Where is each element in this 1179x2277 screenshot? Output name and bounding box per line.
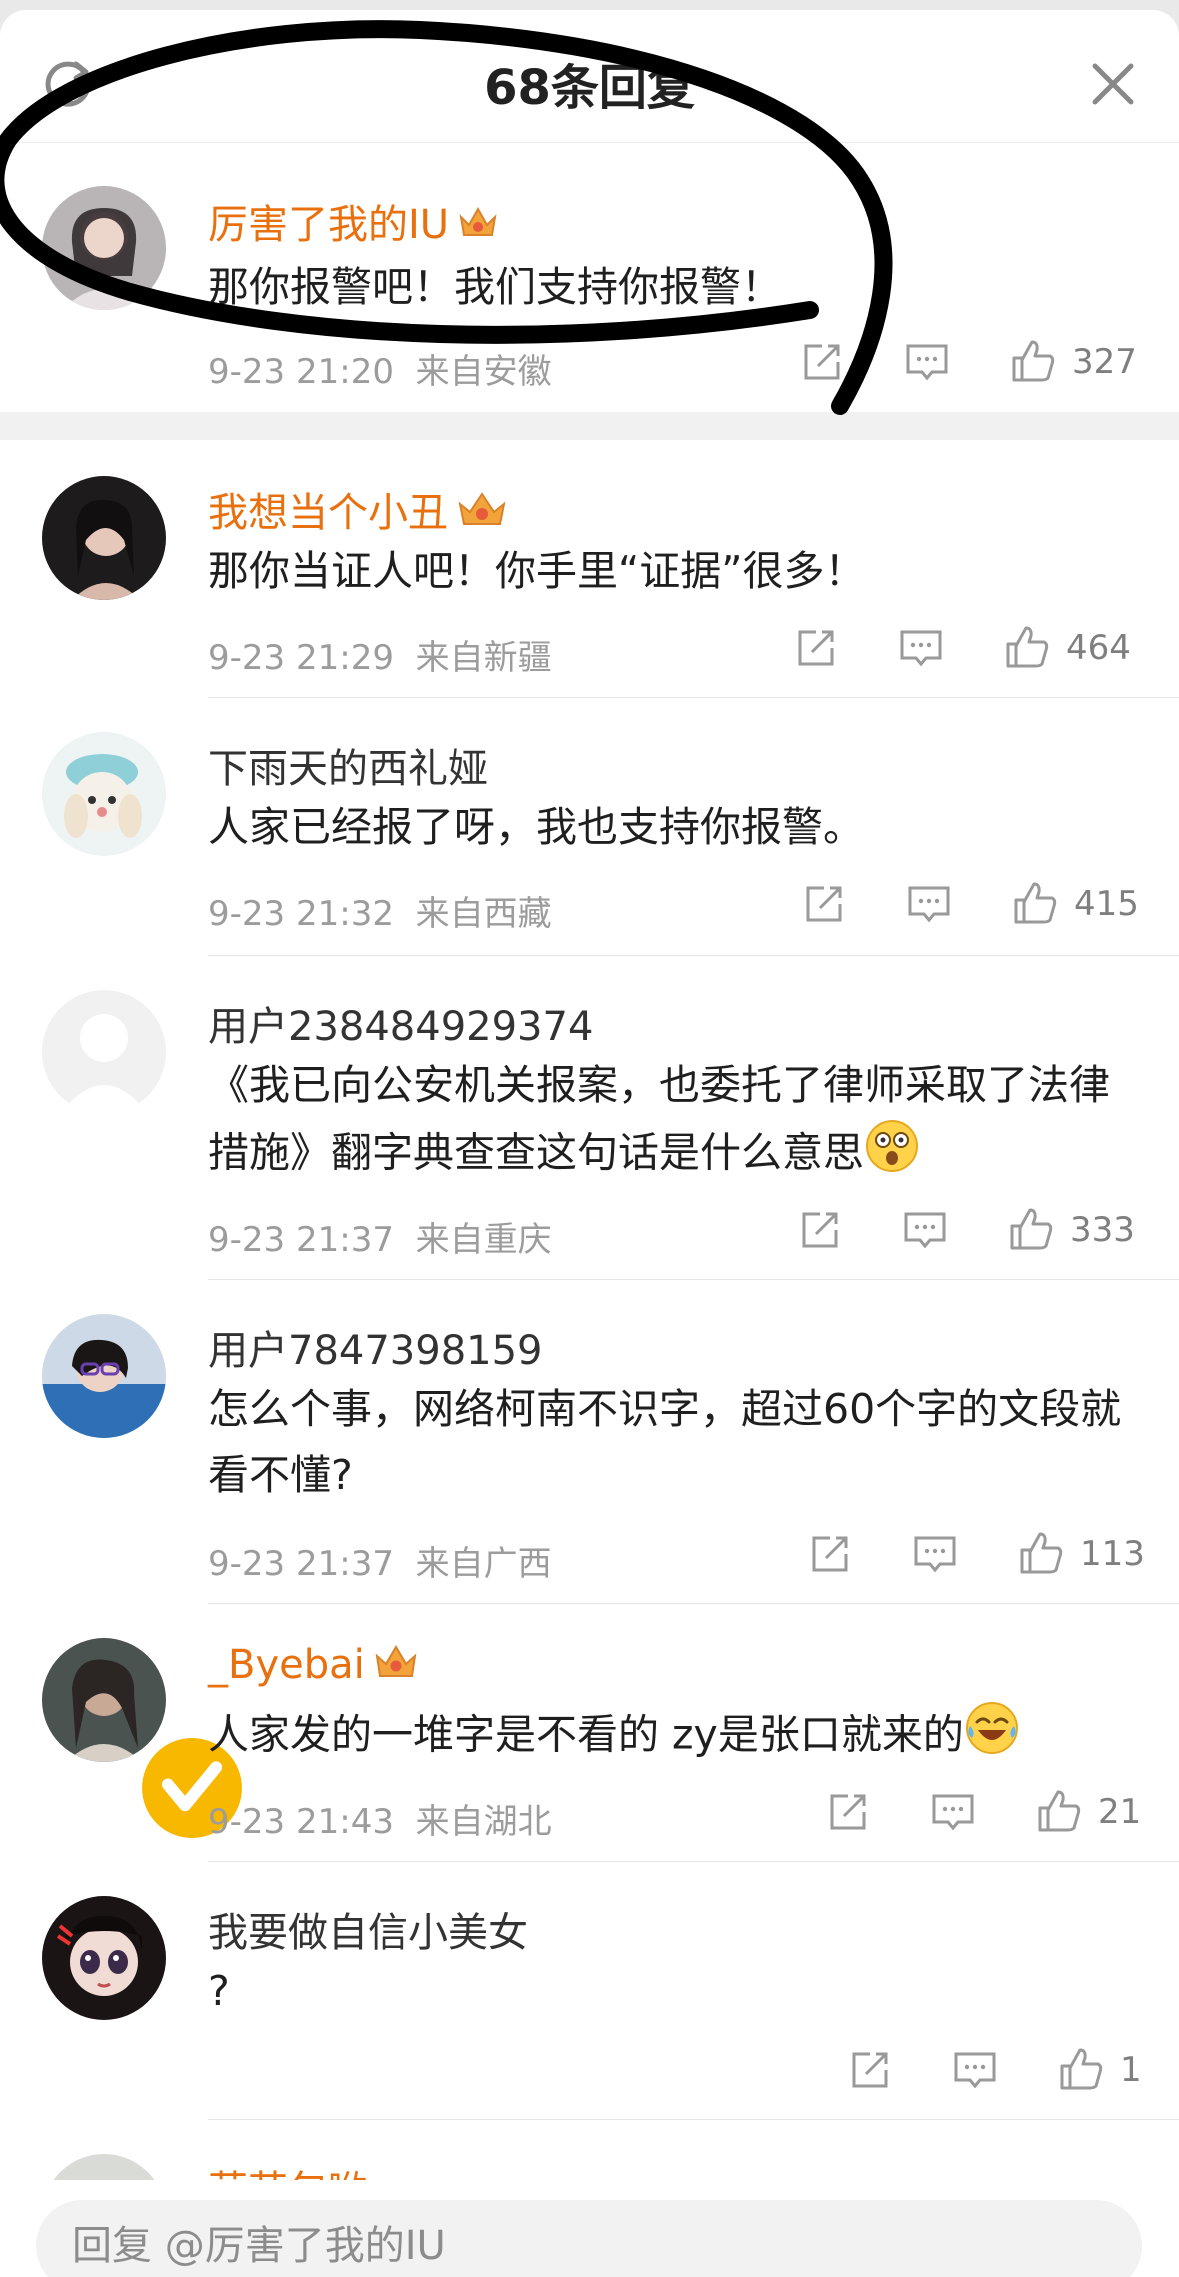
- sheet-header: 68条回复: [0, 10, 1179, 143]
- avatar[interactable]: [42, 1896, 166, 2020]
- comment-text: 人家已经报了呀，我也支持你报警。: [208, 803, 864, 851]
- comment-text: 人家发的一堆字是不看的 zy是张口就来的: [208, 1700, 1128, 1775]
- username[interactable]: 厉害了我的IU: [208, 192, 499, 251]
- comment-icon[interactable]: [898, 626, 944, 674]
- section-divider: [0, 412, 1179, 440]
- avatar[interactable]: [42, 2154, 166, 2180]
- reply-bar: [0, 2180, 1179, 2277]
- comment-text: 怎么个事，网络柯南不识字，超过60个字的文段就看不懂?: [208, 1385, 1122, 1499]
- crown-icon: [373, 1642, 419, 1692]
- username[interactable]: 下雨天的西礼娅: [208, 736, 488, 794]
- username[interactable]: 我想当个小丑: [208, 480, 508, 540]
- comment-icon[interactable]: [912, 1532, 958, 1580]
- timestamp: 9-23 21:37: [208, 1220, 394, 1260]
- location: 来自湖北: [415, 1802, 552, 1842]
- comment-meta: 9-23 21:20 来自安徽: [208, 344, 552, 393]
- comment-icon[interactable]: [952, 2048, 998, 2096]
- laughing-emoji-icon: [964, 1700, 1020, 1775]
- share-icon[interactable]: [848, 2048, 892, 2096]
- share-icon[interactable]: [826, 1790, 870, 1838]
- comment-item-partial: 草芸包哟: [0, 2120, 1179, 2180]
- like-icon[interactable]: [1034, 1786, 1084, 1834]
- close-icon[interactable]: [1085, 56, 1141, 112]
- like-icon[interactable]: [1008, 336, 1058, 384]
- avatar[interactable]: [42, 990, 166, 1114]
- comment-meta: 9-23 21:43 来自湖北: [208, 1794, 552, 1843]
- comment-item: 厉害了我的IU 那你报警吧！我们支持你报警！ 9-23 21:20 来自安徽 3…: [0, 142, 1179, 412]
- username-text: 我想当个小丑: [208, 490, 448, 536]
- avatar[interactable]: [42, 1638, 253, 1849]
- comment-icon[interactable]: [904, 340, 950, 388]
- share-icon[interactable]: [794, 626, 838, 674]
- comment-meta: 9-23 21:37 来自广西: [208, 1536, 552, 1585]
- location: 来自西藏: [415, 894, 552, 934]
- location: 来自新疆: [415, 638, 552, 678]
- comment-text: 《我已向公安机关报案，也委托了律师采取了法律措施》翻字典查查这句话是什么意思: [208, 1052, 1128, 1193]
- share-icon[interactable]: [802, 882, 846, 930]
- location: 来自广西: [415, 1544, 552, 1584]
- timestamp: 9-23 21:29: [208, 638, 394, 678]
- timestamp: 9-23 21:20: [208, 352, 394, 392]
- location: 来自安徽: [415, 352, 552, 392]
- comment-text-body: 《我已向公安机关报案，也委托了律师采取了法律措施》翻字典查查这句话是什么意思: [208, 1061, 1110, 1177]
- avatar[interactable]: [42, 1314, 166, 1438]
- username-text: _Byebai: [208, 1642, 365, 1688]
- timestamp: 9-23 21:37: [208, 1544, 394, 1584]
- page-title: 68条回复: [484, 60, 695, 116]
- reply-input[interactable]: [36, 2200, 1142, 2277]
- like-count: 21: [1098, 1792, 1142, 1832]
- comment-meta: 9-23 21:32 来自西藏: [208, 886, 552, 935]
- comment-text: ?: [208, 1967, 230, 2015]
- comment-icon[interactable]: [906, 882, 952, 930]
- like-icon[interactable]: [1010, 878, 1060, 926]
- share-icon[interactable]: [798, 1208, 842, 1256]
- like-count: 327: [1072, 342, 1137, 382]
- verified-icon: [130, 1726, 253, 1849]
- like-count: 1: [1120, 2050, 1142, 2090]
- shocked-emoji-icon: [864, 1118, 920, 1193]
- comment-item: 我要做自信小美女 ? 1: [0, 1862, 1179, 2120]
- share-icon[interactable]: [808, 1532, 852, 1580]
- like-count: 415: [1074, 884, 1139, 924]
- like-count: 333: [1070, 1210, 1135, 1250]
- comment-item: 用户7847398159 怎么个事，网络柯南不识字，超过60个字的文段就看不懂?…: [0, 1280, 1179, 1604]
- like-count: 464: [1066, 628, 1131, 668]
- comment-sheet: 68条回复 厉害了我的IU 那你报警吧！我们支持你报警！ 9-23 21:20 …: [0, 10, 1179, 2277]
- comment-meta: 9-23 21:37 来自重庆: [208, 1212, 552, 1261]
- timestamp: 9-23 21:32: [208, 894, 394, 934]
- like-icon[interactable]: [1006, 1204, 1056, 1252]
- comment-meta: 9-23 21:29 来自新疆: [208, 630, 552, 679]
- username-text: 草芸包哟: [208, 2168, 368, 2180]
- comment-text: 那你当证人吧！你手里“证据”很多！: [208, 547, 866, 595]
- timestamp: 9-23 21:43: [208, 1802, 394, 1842]
- comment-item: _Byebai 人家发的一堆字是不看的 zy是张口就来的 9-23 21:43 …: [0, 1604, 1179, 1862]
- username[interactable]: 我要做自信小美女: [208, 1900, 528, 1958]
- username[interactable]: 用户7847398159: [208, 1318, 543, 1376]
- username[interactable]: _Byebai: [208, 1642, 419, 1692]
- username[interactable]: 草芸包哟: [208, 2158, 368, 2180]
- avatar[interactable]: [42, 186, 166, 310]
- comment-text: 那你报警吧！我们支持你报警！: [208, 263, 782, 311]
- share-icon[interactable]: [800, 340, 844, 388]
- crown-icon: [457, 203, 499, 251]
- like-count: 113: [1080, 1534, 1145, 1574]
- like-icon[interactable]: [1016, 1528, 1066, 1576]
- avatar[interactable]: [42, 476, 166, 600]
- comment-text-body: 人家发的一堆字是不看的 zy是张口就来的: [208, 1710, 964, 1759]
- comment-item: 我想当个小丑 那你当证人吧！你手里“证据”很多！ 9-23 21:29 来自新疆…: [0, 440, 1179, 698]
- username-text: 厉害了我的IU: [208, 202, 450, 248]
- location: 来自重庆: [415, 1220, 552, 1260]
- comment-item: 下雨天的西礼娅 人家已经报了呀，我也支持你报警。 9-23 21:32 来自西藏…: [0, 698, 1179, 956]
- crown-icon: [456, 490, 508, 540]
- comment-item: 用户238484929374 《我已向公安机关报案，也委托了律师采取了法律措施》…: [0, 956, 1179, 1280]
- comment-icon[interactable]: [930, 1790, 976, 1838]
- avatar[interactable]: [42, 732, 166, 856]
- username[interactable]: 用户238484929374: [208, 994, 593, 1052]
- like-icon[interactable]: [1056, 2044, 1106, 2092]
- comment-icon[interactable]: [902, 1208, 948, 1256]
- like-icon[interactable]: [1002, 622, 1052, 670]
